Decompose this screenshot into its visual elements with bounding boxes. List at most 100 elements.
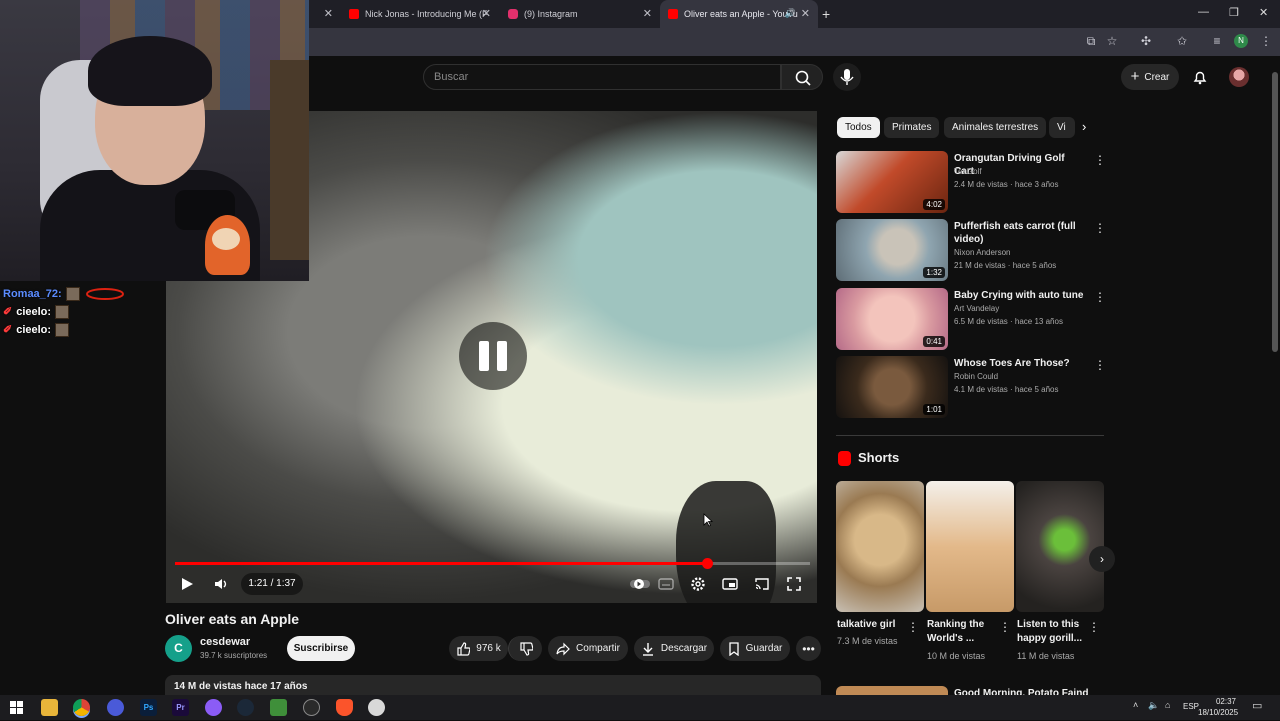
- channel-avatar[interactable]: C: [165, 635, 192, 662]
- obs-icon[interactable]: [303, 699, 320, 716]
- subtitles-button[interactable]: [657, 575, 675, 593]
- profile-avatar[interactable]: N: [1234, 34, 1248, 48]
- plus-icon[interactable]: +: [822, 6, 830, 22]
- download-button[interactable]: Descargar: [634, 636, 714, 661]
- recommendation-channel[interactable]: Nixon Anderson: [954, 248, 1010, 257]
- channel-name[interactable]: cesdewar: [200, 636, 250, 648]
- notifications-icon[interactable]: ▭: [1252, 699, 1262, 712]
- subscribe-button[interactable]: Suscribirse: [287, 636, 355, 661]
- recommendation-channel[interactable]: Robin Could: [954, 372, 998, 381]
- video-thumbnail[interactable]: 4:02: [836, 151, 948, 213]
- install-app-icon[interactable]: ⧉: [1084, 34, 1098, 48]
- dislike-button[interactable]: [508, 636, 542, 661]
- short-title[interactable]: talkative girl: [837, 618, 913, 632]
- short-title[interactable]: Ranking the World's ...: [927, 618, 1003, 646]
- shorts-next-button[interactable]: ›: [1089, 546, 1115, 572]
- settings-button[interactable]: [689, 575, 707, 593]
- chrome-icon[interactable]: [73, 699, 90, 716]
- chip-primates[interactable]: Primates: [884, 117, 940, 138]
- premiere-icon[interactable]: Pr: [172, 699, 189, 716]
- more-vertical-icon[interactable]: ⋮: [907, 620, 919, 634]
- restore-icon[interactable]: ❐: [1229, 6, 1239, 19]
- language-indicator[interactable]: ESP: [1183, 702, 1199, 711]
- volume-button[interactable]: [212, 575, 230, 593]
- emote-icon: [55, 305, 70, 319]
- close-icon[interactable]: ✕: [643, 7, 652, 20]
- progress-bar[interactable]: [175, 558, 810, 569]
- steam-icon[interactable]: [237, 699, 254, 716]
- photoshop-icon[interactable]: Ps: [140, 699, 157, 716]
- notifications-button[interactable]: [1192, 69, 1208, 85]
- cursor-arrow-icon: [703, 513, 713, 527]
- like-button[interactable]: 976 k: [449, 636, 508, 661]
- speaker-icon[interactable]: 🔊: [785, 8, 796, 19]
- video-thumbnail[interactable]: 0:41: [836, 288, 948, 350]
- recommendation-channel[interactable]: Art Vandelay: [954, 304, 999, 313]
- chevron-up-icon[interactable]: ˄: [1133, 700, 1138, 710]
- play-button[interactable]: [178, 575, 196, 593]
- share-button[interactable]: Compartir: [548, 636, 628, 661]
- recommendation-title[interactable]: Whose Toes Are Those?: [954, 357, 1084, 370]
- recommendation-title[interactable]: Pufferfish eats carrot (full video): [954, 220, 1084, 246]
- close-icon[interactable]: ✕: [324, 7, 333, 20]
- recommended-video[interactable]: 1:01 Whose Toes Are Those? Robin Could 4…: [836, 356, 1106, 418]
- chip-todos[interactable]: Todos: [837, 117, 880, 138]
- browser-tab-nick-jonas[interactable]: Nick Jonas - Introducing Me (F ✕: [341, 0, 499, 28]
- app-icon[interactable]: [368, 699, 385, 716]
- account-avatar[interactable]: [1229, 67, 1249, 87]
- recommendation-channel[interactable]: TenGolf: [954, 167, 982, 176]
- close-icon[interactable]: ✕: [801, 7, 810, 20]
- app-icon[interactable]: [205, 699, 222, 716]
- autoplay-toggle[interactable]: [629, 575, 650, 593]
- more-vertical-icon[interactable]: ⋮: [1088, 620, 1100, 634]
- menu-kebab-icon[interactable]: ⋮: [1259, 34, 1273, 48]
- close-icon[interactable]: ✕: [482, 7, 491, 20]
- recommended-video[interactable]: 1:32 Pufferfish eats carrot (full video)…: [836, 219, 1106, 281]
- favorites-icon[interactable]: ✩: [1175, 34, 1189, 48]
- chip-animales-terrestres[interactable]: Animales terrestres: [944, 117, 1047, 138]
- network-icon[interactable]: ⌂: [1165, 700, 1170, 710]
- more-vertical-icon[interactable]: ⋮: [1094, 221, 1106, 235]
- media-control-icon[interactable]: ≡: [1210, 34, 1224, 48]
- more-actions-button[interactable]: •••: [796, 636, 821, 661]
- pause-icon[interactable]: [459, 322, 527, 390]
- short-thumbnail[interactable]: [836, 481, 924, 612]
- brave-icon[interactable]: [336, 699, 353, 716]
- short-thumbnail[interactable]: [926, 481, 1014, 612]
- speaker-icon[interactable]: 🔈: [1148, 700, 1159, 711]
- save-button[interactable]: Guardar: [720, 636, 790, 661]
- search-button[interactable]: [781, 64, 823, 90]
- more-vertical-icon[interactable]: ⋮: [1094, 153, 1106, 167]
- file-explorer-icon[interactable]: [41, 699, 58, 716]
- create-button[interactable]: + Crear: [1121, 64, 1179, 90]
- voice-search-button[interactable]: [833, 63, 861, 91]
- more-vertical-icon[interactable]: ⋮: [1094, 358, 1106, 372]
- extensions-icon[interactable]: ✣: [1139, 34, 1153, 48]
- recommended-video[interactable]: 4:02 Orangutan Driving Golf Cart TenGolf…: [836, 151, 1106, 213]
- video-thumbnail[interactable]: 1:01: [836, 356, 948, 418]
- short-thumbnail[interactable]: [1016, 481, 1104, 612]
- more-vertical-icon[interactable]: ⋮: [1094, 290, 1106, 304]
- fullscreen-button[interactable]: [785, 575, 803, 593]
- window-close-icon[interactable]: ✕: [1259, 6, 1268, 19]
- cast-button[interactable]: [753, 575, 771, 593]
- windows-start-button[interactable]: [8, 699, 25, 716]
- search-input[interactable]: Buscar: [423, 64, 781, 90]
- browser-tab-oliver[interactable]: Oliver eats an Apple - YouTu 🔊 ✕: [660, 0, 818, 28]
- chat-app-icon[interactable]: [107, 699, 124, 716]
- minimize-icon[interactable]: —: [1198, 6, 1209, 18]
- short-title[interactable]: Listen to this happy gorill...: [1017, 618, 1093, 646]
- video-thumbnail[interactable]: 1:32: [836, 219, 948, 281]
- browser-tab-partial[interactable]: ✕: [309, 0, 341, 28]
- chevron-right-icon[interactable]: ›: [1082, 119, 1086, 134]
- taskbar-clock[interactable]: 02:37 18/10/2025: [1198, 696, 1238, 718]
- more-vertical-icon[interactable]: ⋮: [999, 620, 1011, 634]
- minecraft-icon[interactable]: [270, 699, 287, 716]
- miniplayer-button[interactable]: [721, 575, 739, 593]
- browser-tab-instagram[interactable]: (9) Instagram ✕: [500, 0, 660, 28]
- bookmark-star-icon[interactable]: ☆: [1105, 34, 1119, 48]
- recommended-video[interactable]: 0:41 Baby Crying with auto tune Art Vand…: [836, 288, 1106, 350]
- chip-partial[interactable]: Vi: [1049, 117, 1075, 138]
- scrollbar-thumb[interactable]: [1272, 72, 1278, 352]
- recommendation-title[interactable]: Baby Crying with auto tune: [954, 289, 1084, 302]
